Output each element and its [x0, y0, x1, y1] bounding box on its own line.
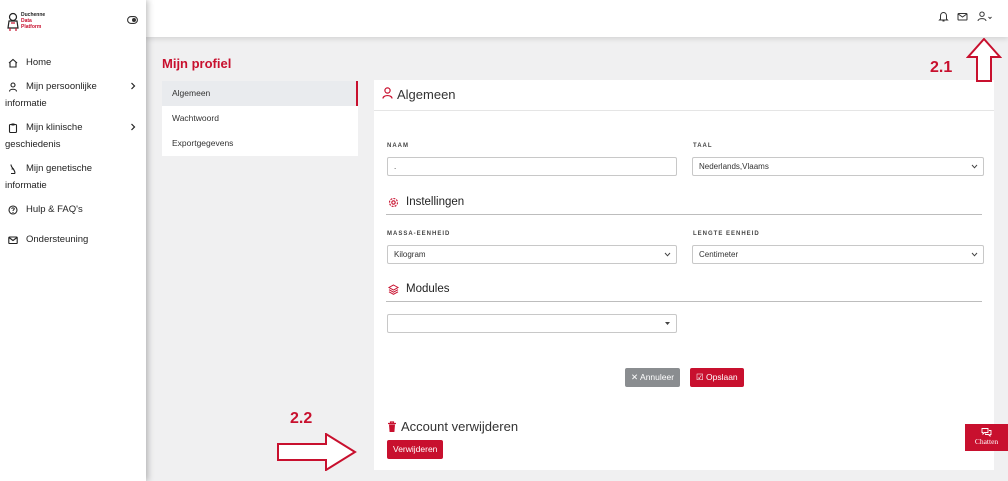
sidebar-item-label: Home: [26, 57, 52, 68]
logo-figure-icon: [7, 12, 19, 31]
check-square-icon: ☑: [696, 372, 704, 382]
profile-menu-export[interactable]: Exportgegevens: [162, 131, 358, 156]
bell-icon[interactable]: [938, 11, 949, 22]
chat-bubbles-icon: [981, 428, 992, 437]
sidebar-item-personal-info[interactable]: Mijn persoonlijke informatie: [0, 78, 146, 112]
gear-icon: [388, 197, 399, 208]
sidebar-item-label-2: geschiedenis: [5, 139, 61, 150]
cancel-button-label: Annuleer: [640, 372, 675, 382]
home-icon: [8, 58, 18, 68]
mass-unit-value: Kilogram: [394, 250, 426, 259]
trash-icon: [388, 421, 396, 432]
sidebar-item-label: Hulp & FAQ's: [26, 204, 83, 215]
chevron-right-icon: [131, 82, 136, 90]
chevron-down-icon: [664, 252, 671, 257]
sidebar-item-home[interactable]: Home: [0, 54, 146, 71]
length-unit-value: Centimeter: [699, 250, 739, 259]
brand-logo[interactable]: Duchenne Data Platform: [6, 10, 66, 38]
delete-account-title: Account verwijderen: [401, 419, 519, 434]
profile-menu-password[interactable]: Wachtwoord: [162, 106, 358, 131]
brand-name: Duchenne Data Platform: [21, 12, 46, 30]
clipboard-icon: [8, 123, 18, 133]
sidebar-item-help[interactable]: Hulp & FAQ's: [0, 201, 146, 218]
cancel-button[interactable]: ✕ Annuleer: [625, 368, 681, 387]
sidebar-item-genetic-info[interactable]: Mijn genetische informatie: [0, 160, 146, 194]
length-unit-select[interactable]: Centimeter: [692, 245, 984, 264]
annotation-2-1: 2.1: [930, 59, 953, 76]
caret-down-icon: [665, 322, 670, 325]
user-icon: [382, 87, 393, 99]
topbar: [146, 0, 1008, 37]
profile-menu: Algemeen Wachtwoord Exportgegevens: [162, 81, 358, 156]
mass-unit-label: MASSA-EENHEID: [387, 231, 451, 237]
chevron-down-icon: [971, 164, 978, 169]
dna-icon: [10, 164, 16, 174]
chat-button-label: Chatten: [974, 437, 999, 446]
annotation-2-2: 2.2: [290, 410, 313, 427]
mail-icon: [8, 236, 18, 245]
annotation-arrow-right-icon: [277, 433, 357, 471]
name-input[interactable]: .: [387, 157, 677, 176]
user-icon: [8, 82, 18, 92]
sidebar-item-label: Mijn klinische: [26, 122, 83, 133]
layers-icon: [388, 284, 399, 295]
sidebar: Duchenne Data Platform Home Mijn persoon…: [0, 0, 146, 481]
sidebar-item-label: Mijn genetische: [26, 163, 93, 174]
sidebar-item-label-2: informatie: [5, 98, 47, 109]
profile-card: Algemeen NAAM . TAAL Nederlands,Vlaams I…: [374, 80, 994, 470]
chevron-right-icon: [131, 123, 136, 131]
sidebar-nav: Home Mijn persoonlijke informatie Mijn k…: [0, 54, 146, 248]
sidebar-item-support[interactable]: Ondersteuning: [0, 231, 146, 248]
user-menu-icon[interactable]: [977, 11, 993, 22]
chevron-down-icon: [971, 252, 978, 257]
annotation-arrow-up-icon: [966, 38, 1002, 82]
close-icon: ✕: [631, 372, 639, 382]
help-icon: [8, 205, 18, 215]
modules-section-title: Modules: [406, 283, 450, 295]
sidebar-item-label: Ondersteuning: [26, 234, 89, 245]
sidebar-item-clinical-history[interactable]: Mijn klinische geschiedenis: [0, 119, 146, 153]
language-label: TAAL: [693, 143, 713, 149]
mass-unit-select[interactable]: Kilogram: [387, 245, 677, 264]
mail-icon[interactable]: [957, 11, 968, 22]
card-header: Algemeen: [374, 80, 994, 111]
sidebar-item-label: Mijn persoonlijke: [26, 81, 97, 92]
length-unit-label: LENGTE EENHEID: [693, 231, 760, 237]
save-button[interactable]: ☑ Opslaan: [690, 368, 744, 387]
sidebar-toggle-icon[interactable]: [127, 16, 138, 24]
card-title: Algemeen: [397, 87, 456, 102]
modules-divider: [386, 301, 982, 302]
delete-account-button[interactable]: Verwijderen: [387, 440, 444, 459]
page-title: Mijn profiel: [162, 56, 232, 71]
chat-button[interactable]: Chatten: [965, 424, 1008, 451]
name-label: NAAM: [387, 143, 409, 149]
profile-menu-general[interactable]: Algemeen: [162, 81, 358, 106]
settings-section-title: Instellingen: [406, 196, 465, 208]
language-select-value: Nederlands,Vlaams: [699, 162, 769, 171]
modules-select[interactable]: [387, 314, 677, 333]
settings-divider: [386, 214, 982, 215]
save-button-label: Opslaan: [706, 372, 738, 382]
sidebar-item-label-2: informatie: [5, 180, 47, 191]
language-select[interactable]: Nederlands,Vlaams: [692, 157, 984, 176]
